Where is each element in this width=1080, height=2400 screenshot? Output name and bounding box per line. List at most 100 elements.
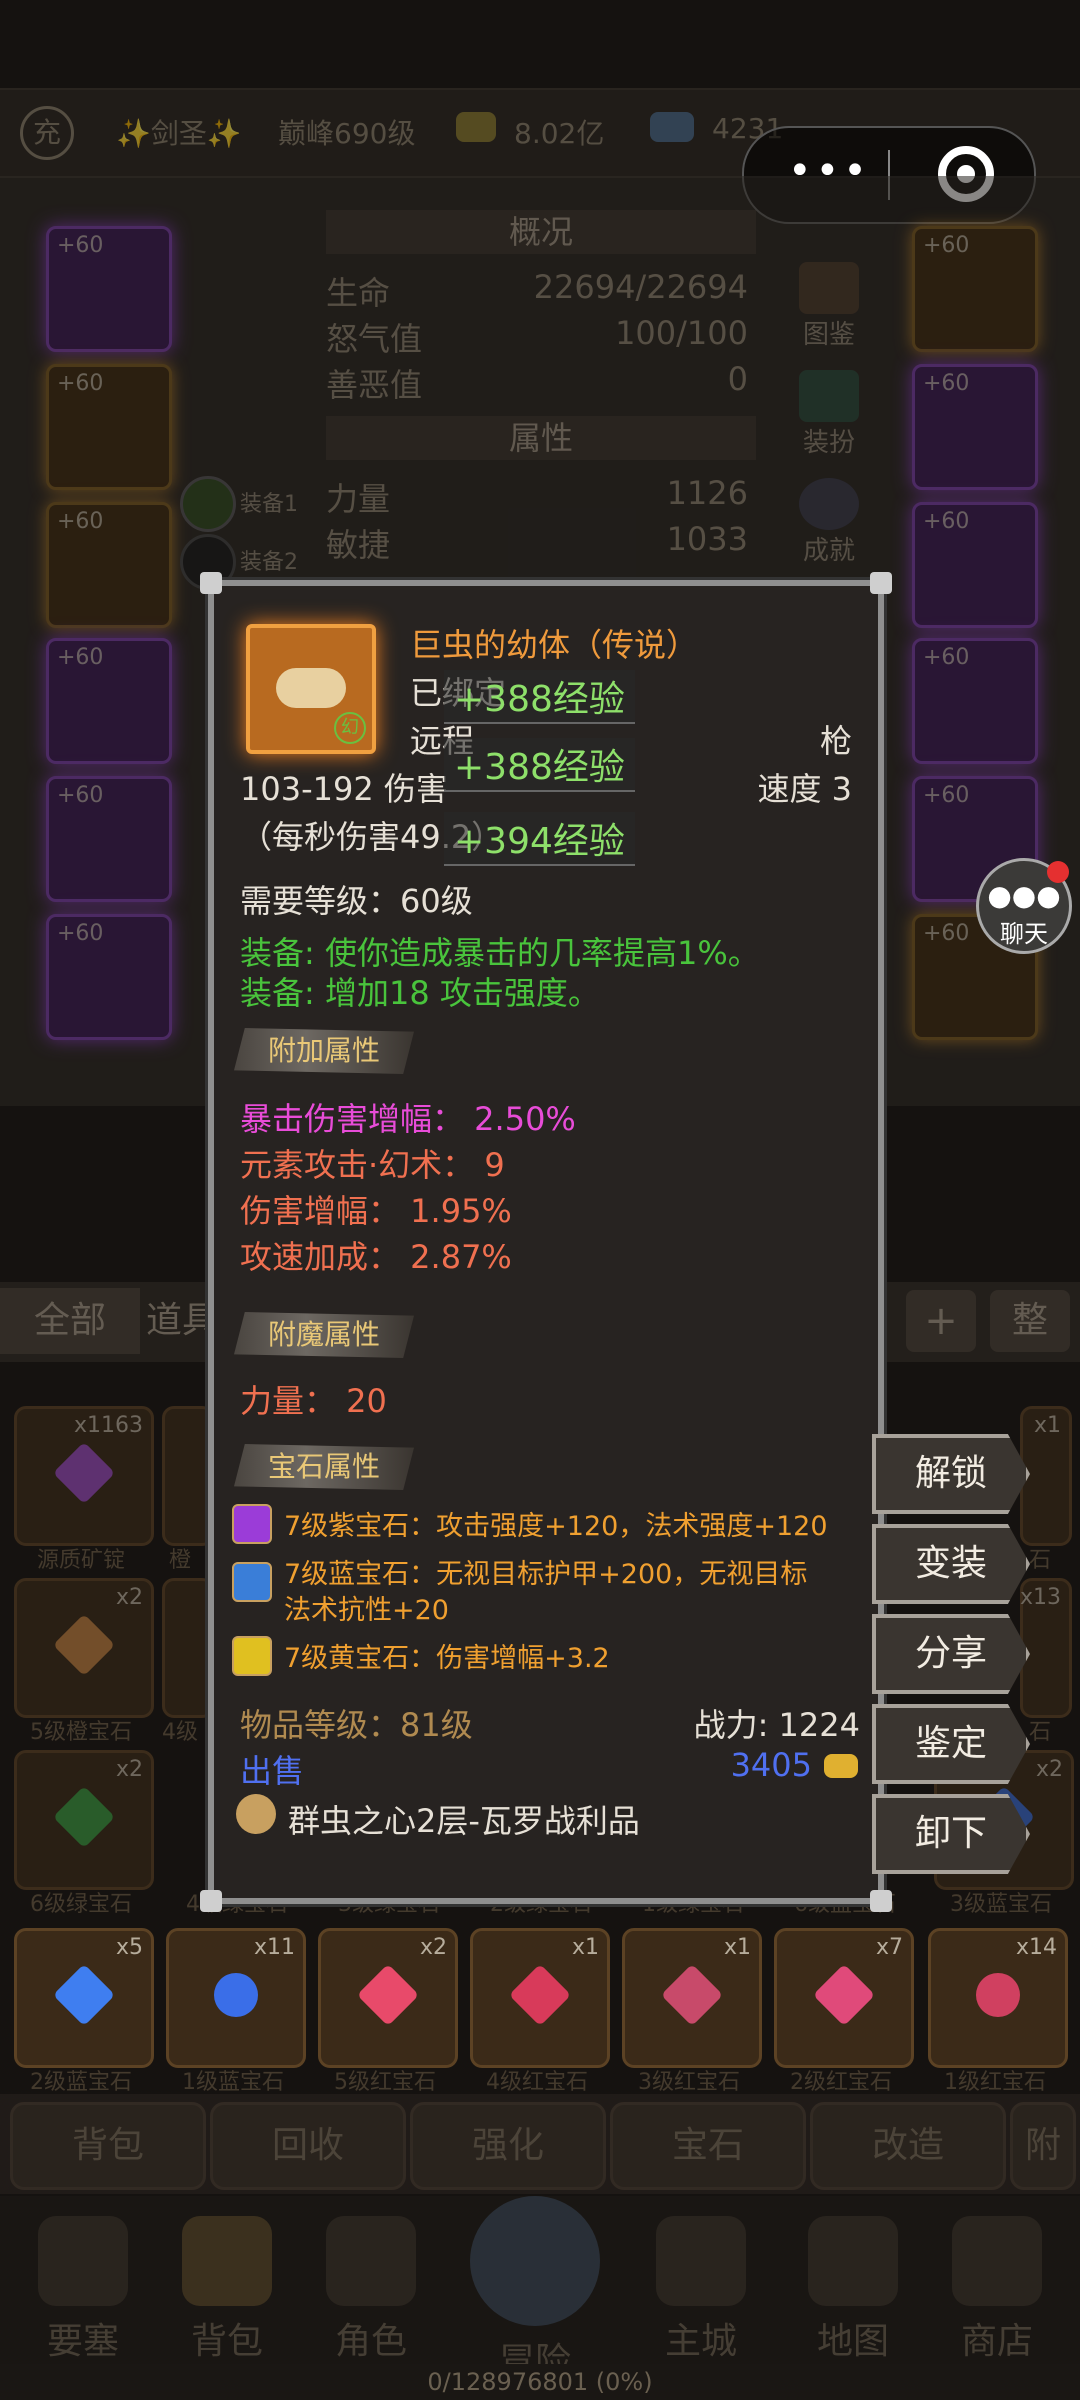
nav-backpack[interactable]: 背包 xyxy=(162,2216,292,2366)
extra-attr-header: 附加属性 xyxy=(234,1028,414,1074)
equip-slot-belt[interactable]: +60 xyxy=(912,638,1038,764)
sort-button[interactable]: 整 xyxy=(990,1290,1070,1352)
attack-speed: 速度 3 xyxy=(757,770,852,808)
castle-icon xyxy=(656,2216,746,2306)
equip-slot-ring[interactable]: +60 xyxy=(46,914,172,1040)
required-level: 需要等级：60级 xyxy=(240,882,473,920)
gold-amount: 8.02亿 xyxy=(514,117,605,150)
sell-label: 出售 xyxy=(240,1752,305,1790)
overview-header: 概况 xyxy=(326,210,756,254)
inventory-item[interactable]: x2 xyxy=(318,1928,458,2068)
nav-character[interactable]: 角色 xyxy=(306,2216,436,2366)
nav-fortress[interactable]: 要塞 xyxy=(18,2216,148,2366)
tab-gems[interactable]: 宝石 xyxy=(610,2102,806,2190)
illusion-badge: 幻 xyxy=(334,712,366,744)
attr-header: 属性 xyxy=(326,416,756,460)
nav-main-city[interactable]: 主城 xyxy=(636,2216,766,2366)
backpack-icon xyxy=(182,2216,272,2306)
loot-bag-icon xyxy=(236,1794,276,1834)
inventory-item[interactable]: x1163 xyxy=(14,1406,154,1546)
agi-row: 敏捷 1033 xyxy=(326,520,748,564)
equip-slot-ranged[interactable]: +60 xyxy=(912,502,1038,628)
enchant-attr: 力量： 20 xyxy=(240,1382,387,1420)
fortress-icon xyxy=(38,2216,128,2306)
inventory-tabs: 背包 回收 强化 宝石 改造 附 xyxy=(0,2094,1080,2194)
extra-attr: 攻速加成： 2.87% xyxy=(240,1238,512,1276)
chat-label: 聊天 xyxy=(1000,920,1048,948)
inventory-item[interactable]: x13 xyxy=(1020,1578,1072,1718)
tab-more[interactable]: 附 xyxy=(1010,2102,1076,2190)
transmog-button[interactable]: 变装 xyxy=(872,1524,1030,1604)
unequip-button[interactable]: 卸下 xyxy=(872,1794,1030,1874)
tab-recycle[interactable]: 回收 xyxy=(210,2102,406,2190)
inventory-item[interactable]: x14 xyxy=(928,1928,1068,2068)
notification-dot xyxy=(1047,861,1069,883)
inventory-item[interactable]: x1 xyxy=(470,1928,610,2068)
weapon-type: 枪 xyxy=(819,722,852,760)
recharge-icon[interactable]: 充 xyxy=(20,106,74,160)
player-title: ✨剑圣✨ xyxy=(116,117,242,150)
equip-slot-shoulder[interactable]: +60 xyxy=(46,776,172,902)
add-icon[interactable]: + xyxy=(906,1290,976,1352)
share-button[interactable]: 分享 xyxy=(872,1614,1030,1694)
extra-attr: 伤害增幅： 1.95% xyxy=(240,1192,512,1230)
extra-attr: 暴击伤害增幅： 2.50% xyxy=(240,1100,576,1138)
xp-float: +388经验 xyxy=(444,738,635,792)
inventory-item[interactable]: x11 xyxy=(166,1928,306,2068)
equip-set-2-label: 装备2 xyxy=(240,550,298,575)
portal-icon xyxy=(470,2196,600,2326)
gem-attr: 7级紫宝石：攻击强度+120，法术强度+120 xyxy=(284,1511,828,1542)
tab-enhance[interactable]: 强化 xyxy=(410,2102,606,2190)
equip-slot-neck[interactable]: +60 xyxy=(46,226,172,352)
tab-all[interactable]: 全部 xyxy=(0,1288,140,1354)
blue-gem-icon xyxy=(232,1562,272,1602)
gold-icon xyxy=(456,112,496,142)
equip-slot-necklace[interactable]: +60 xyxy=(46,364,172,490)
inventory-item[interactable] xyxy=(162,1578,214,1718)
gold-coin-icon xyxy=(824,1754,858,1778)
inventory-item[interactable]: x7 xyxy=(774,1928,914,2068)
equip-slot-armor[interactable]: +60 xyxy=(46,638,172,764)
map-icon xyxy=(808,2216,898,2306)
inventory-item[interactable]: x1 xyxy=(622,1928,762,2068)
helmet-icon xyxy=(326,2216,416,2306)
inventory-row-gems: x5 x11 x2 x1 x1 x7 x14 2级蓝宝石 1级蓝宝石 5级红宝石… xyxy=(0,1922,1080,2095)
inventory-item[interactable]: x5 xyxy=(14,1928,154,2068)
nav-map[interactable]: 地图 xyxy=(788,2216,918,2366)
equip-effect: 装备: 增加18 攻击强度。 xyxy=(240,974,600,1012)
sell-price: 3405 xyxy=(730,1746,812,1784)
inventory-item[interactable] xyxy=(162,1406,214,1546)
hp-row: 生命 22694/22694 xyxy=(326,268,748,312)
equip-set-1-toggle[interactable] xyxy=(180,476,236,532)
peak-level: 巅峰690级 xyxy=(278,117,416,150)
achievement-button[interactable]: 成就 xyxy=(784,478,874,578)
purple-gem-icon xyxy=(232,1504,272,1544)
tab-modify[interactable]: 改造 xyxy=(810,2102,1006,2190)
chat-button[interactable]: ●●● 聊天 xyxy=(976,858,1072,954)
equip-slot-boots[interactable]: +60 xyxy=(46,502,172,628)
gem-header: 宝石属性 xyxy=(234,1444,414,1490)
larva-icon xyxy=(276,668,346,708)
nav-adventure[interactable]: 冒险 xyxy=(470,2196,600,2382)
diamond-icon xyxy=(650,112,694,142)
gem-attr-cont: 法术抗性+20 xyxy=(284,1595,449,1626)
inventory-item[interactable]: x2 xyxy=(14,1750,154,1890)
gem-attr: 7级黄宝石：伤害增幅+3.2 xyxy=(284,1643,610,1674)
unlock-button[interactable]: 解锁 xyxy=(872,1434,1030,1514)
item-name: 巨虫的幼体（传说） xyxy=(410,626,699,664)
extra-attr: 元素攻击·幻术： 9 xyxy=(240,1146,505,1184)
codex-button[interactable]: 图鉴 xyxy=(784,262,874,362)
str-row: 力量 1126 xyxy=(326,474,748,518)
identify-button[interactable]: 鉴定 xyxy=(872,1704,1030,1784)
item-level: 物品等级：81级 xyxy=(240,1706,473,1744)
nav-shop[interactable]: 商店 xyxy=(932,2216,1062,2366)
karma-row: 善恶值 0 xyxy=(326,360,748,404)
costume-button[interactable]: 装扮 xyxy=(784,370,874,470)
equip-slot-weapon[interactable]: +60 xyxy=(912,364,1038,490)
bottom-navigation: 要塞 背包 角色 冒险 主城 地图 商店 xyxy=(0,2196,1080,2382)
tab-backpack[interactable]: 背包 xyxy=(10,2102,206,2190)
equip-slot-hands[interactable]: +60 xyxy=(912,226,1038,352)
damage-range: 103-192 伤害 xyxy=(240,770,448,808)
inventory-item[interactable]: x2 xyxy=(14,1578,154,1718)
equip-set-1-label: 装备1 xyxy=(240,492,298,517)
